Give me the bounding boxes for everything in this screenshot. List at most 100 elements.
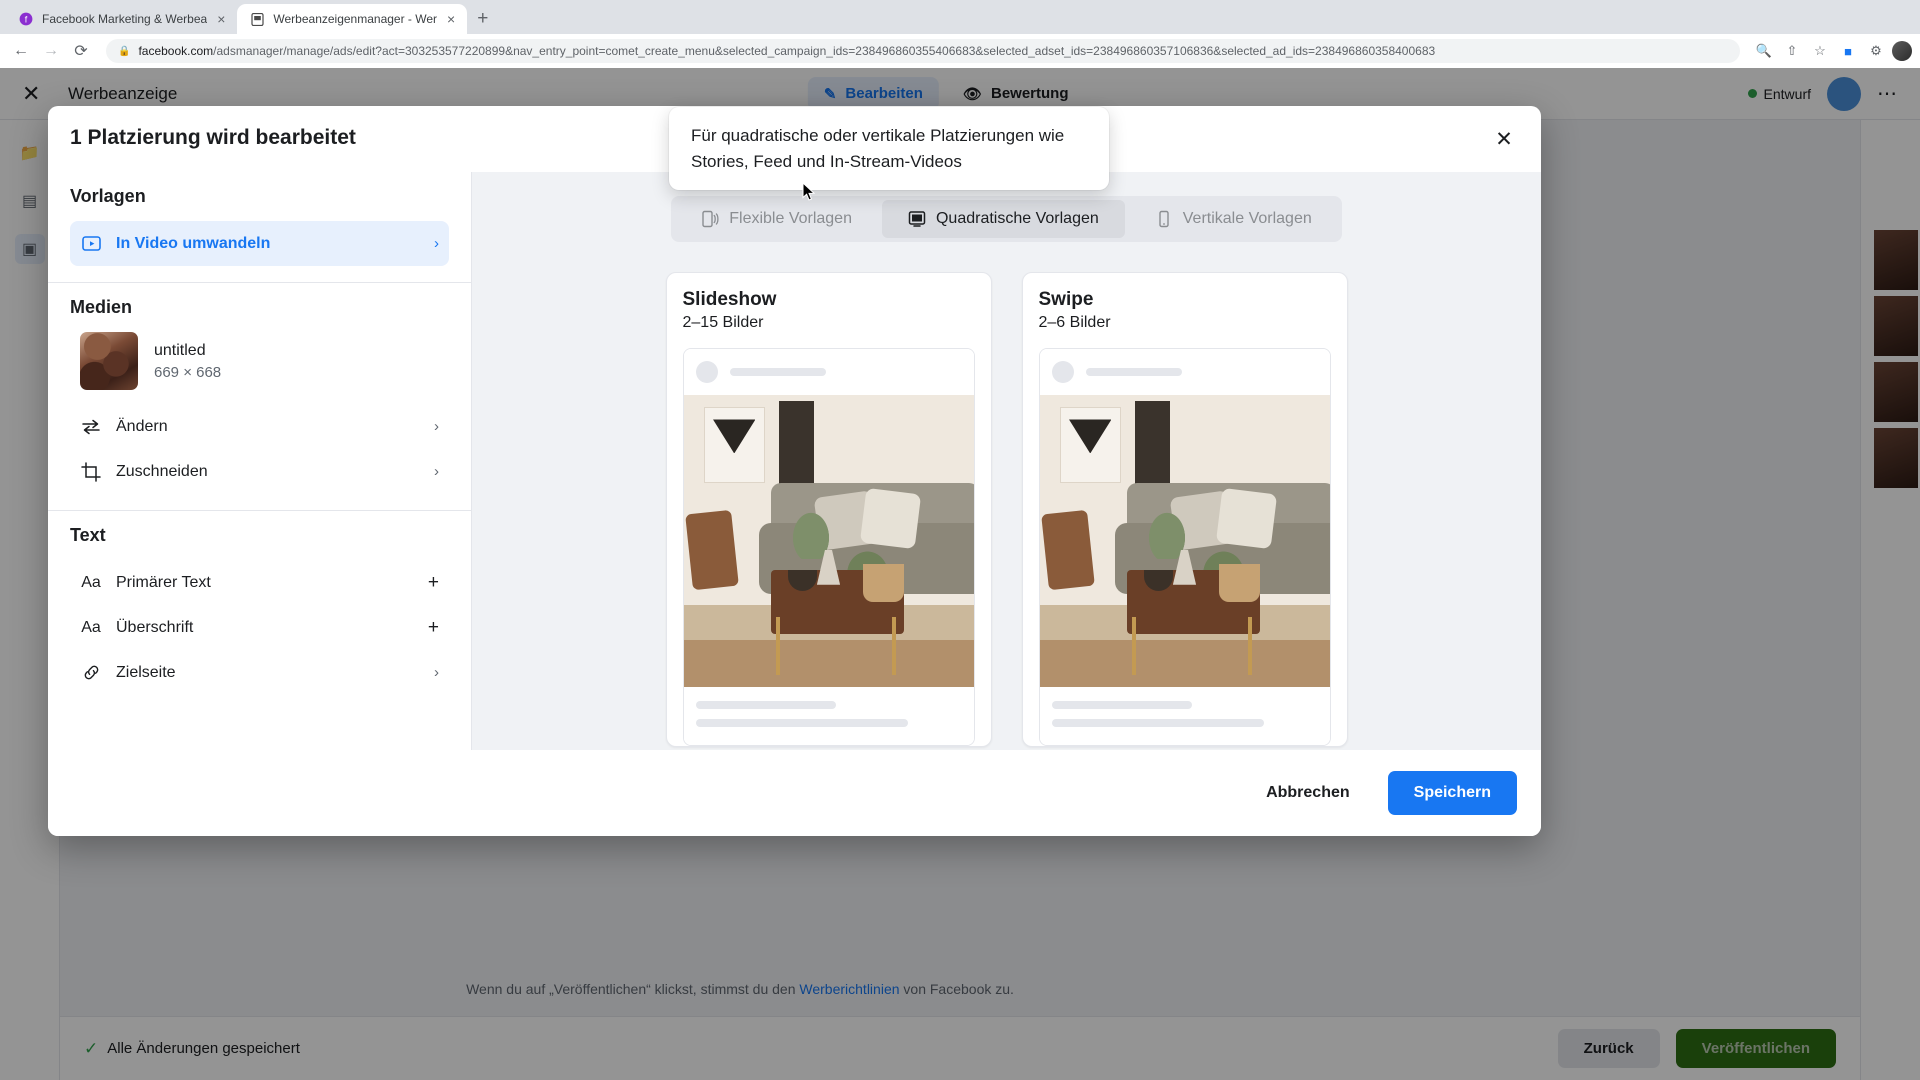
chevron-right-icon: › <box>434 418 439 435</box>
text-aa-icon: Aa <box>81 618 101 636</box>
mouse-cursor <box>802 181 816 207</box>
modal-left-panel: Vorlagen In Video umwandeln › Medien unt… <box>48 172 472 750</box>
preview-footer <box>1039 687 1330 745</box>
add-icon[interactable]: + <box>428 572 439 594</box>
link-icon <box>80 663 102 682</box>
media-asset-name: untitled <box>154 341 206 359</box>
share-icon[interactable]: ⇧ <box>1780 39 1804 63</box>
media-asset[interactable]: untitled 669 × 668 <box>70 332 449 404</box>
row-in-video-umwandeln[interactable]: In Video umwandeln › <box>70 221 449 266</box>
modal-footer: Abbrechen Speichern <box>48 750 1541 836</box>
browser-window: f Facebook Marketing & Werbea × Werbeanz… <box>0 0 1920 1080</box>
section-text: Text Aa Primärer Text + Aa Überschrift + <box>48 511 471 711</box>
browser-tab-0[interactable]: f Facebook Marketing & Werbea × <box>6 4 238 34</box>
browser-tab-1[interactable]: Werbeanzeigenmanager - Wer × <box>237 4 468 34</box>
add-icon[interactable]: + <box>428 617 439 639</box>
close-icon[interactable]: ✕ <box>1487 122 1521 156</box>
tab-label: Flexible Vorlagen <box>729 210 852 227</box>
row-label: Ändern <box>116 417 168 435</box>
lock-icon: 🔒 <box>118 45 131 57</box>
extension-icon[interactable]: ■ <box>1836 39 1860 63</box>
swap-icon <box>80 418 102 436</box>
section-vorlagen: Vorlagen In Video umwandeln › <box>48 172 471 283</box>
save-button[interactable]: Speichern <box>1387 771 1517 815</box>
card-title: Slideshow <box>682 289 777 310</box>
row-label: Zuschneiden <box>116 462 208 480</box>
address-bar[interactable]: 🔒 facebook.com/adsmanager/manage/ads/edi… <box>106 39 1740 63</box>
cancel-button[interactable]: Abbrechen <box>1240 771 1376 815</box>
address-bar-domain: facebook.com <box>138 44 214 58</box>
modal-title: 1 Platzierung wird bearbeitet <box>70 126 356 149</box>
star-icon[interactable]: ☆ <box>1808 39 1832 63</box>
living-room-preview <box>683 395 974 687</box>
address-bar-url: facebook.com/adsmanager/manage/ads/edit?… <box>138 44 1435 58</box>
close-icon[interactable]: × <box>445 12 457 26</box>
ads-manager-icon <box>249 11 265 27</box>
row-label: Primärer Text <box>116 573 211 591</box>
row-aendern[interactable]: Ändern › <box>70 404 449 449</box>
modal-body: Vorlagen In Video umwandeln › Medien unt… <box>48 172 1541 750</box>
section-title: Vorlagen <box>70 186 146 206</box>
row-zuschneiden[interactable]: Zuschneiden › <box>70 449 449 494</box>
browser-tabstrip: f Facebook Marketing & Werbea × Werbeanz… <box>0 0 1920 34</box>
media-asset-info: untitled 669 × 668 <box>154 342 221 381</box>
text-aa-icon: Aa <box>81 573 101 591</box>
text-placeholder-bar <box>729 368 826 376</box>
tab-label: Quadratische Vorlagen <box>935 210 1099 227</box>
row-zielseite[interactable]: Zielseite › <box>70 650 449 695</box>
card-title: Swipe <box>1038 289 1094 310</box>
chevron-right-icon: › <box>434 463 439 480</box>
text-placeholder-bar <box>1085 368 1182 376</box>
zoom-icon[interactable]: 🔍 <box>1752 39 1776 63</box>
section-medien: Medien untitled 669 × 668 Ändern › Zusch… <box>48 283 471 511</box>
tooltip: Für quadratische oder vertikale Platzier… <box>669 107 1109 190</box>
text-placeholder-bar <box>1051 719 1264 727</box>
text-placeholder-bar <box>1051 701 1192 709</box>
video-play-icon <box>80 234 102 253</box>
preview-footer <box>683 687 974 745</box>
card-subtitle: 2–15 Bilder <box>682 314 764 331</box>
tab-flexible-vorlagen[interactable]: Flexible Vorlagen <box>675 200 878 238</box>
template-card-slideshow[interactable]: Slideshow 2–15 Bilder <box>665 272 992 747</box>
reload-icon[interactable]: ⟳ <box>68 38 94 64</box>
square-monitor-icon <box>908 210 926 228</box>
browser-tab-title: Werbeanzeigenmanager - Wer <box>273 12 438 26</box>
template-card-swipe[interactable]: Swipe 2–6 Bilder <box>1021 272 1348 747</box>
chevron-right-icon: › <box>434 235 439 252</box>
card-preview <box>1038 348 1331 746</box>
facebook-meta-icon: f <box>18 11 34 27</box>
row-ueberschrift[interactable]: Aa Überschrift + <box>70 605 449 650</box>
avatar-placeholder-icon <box>1051 361 1074 383</box>
forward-icon[interactable]: → <box>38 38 64 64</box>
profile-icon[interactable] <box>1892 41 1912 61</box>
tab-vertikale-vorlagen[interactable]: Vertikale Vorlagen <box>1129 200 1338 238</box>
preview-header <box>683 349 974 395</box>
card-subtitle: 2–6 Bilder <box>1038 314 1111 331</box>
media-asset-dimensions: 669 × 668 <box>154 363 222 381</box>
row-label: Überschrift <box>116 618 194 636</box>
living-room-preview <box>1039 395 1330 687</box>
section-title: Medien <box>70 297 133 317</box>
text-placeholder-bar <box>695 719 908 727</box>
chevron-right-icon: › <box>434 664 439 681</box>
template-cards: Slideshow 2–15 Bilder Swipe 2–6 Bilder <box>665 272 1348 747</box>
browser-tab-title: Facebook Marketing & Werbea <box>42 12 208 26</box>
edit-placement-modal: 1 Platzierung wird bearbeitet ✕ Vorlagen… <box>48 106 1541 836</box>
close-icon[interactable]: × <box>215 12 227 26</box>
template-type-segmented-control: Flexible Vorlagen Quadratische Vorlagen … <box>671 196 1342 242</box>
puzzle-icon[interactable]: ⚙ <box>1864 39 1888 63</box>
row-label: In Video umwandeln <box>116 234 271 252</box>
address-bar-path: /adsmanager/manage/ads/edit?act=30325357… <box>213 44 1436 58</box>
tab-quadratische-vorlagen[interactable]: Quadratische Vorlagen <box>881 200 1125 238</box>
card-preview <box>682 348 975 746</box>
preview-header <box>1039 349 1330 395</box>
new-tab-button[interactable]: + <box>477 8 488 30</box>
phone-flexible-icon <box>701 210 719 228</box>
row-primaerer-text[interactable]: Aa Primärer Text + <box>70 560 449 605</box>
row-label: Zielseite <box>116 663 176 681</box>
avatar-placeholder-icon <box>695 361 718 383</box>
tab-label: Vertikale Vorlagen <box>1182 210 1312 227</box>
text-placeholder-bar <box>695 701 836 709</box>
back-icon[interactable]: ← <box>8 38 34 64</box>
crop-icon <box>80 461 102 482</box>
